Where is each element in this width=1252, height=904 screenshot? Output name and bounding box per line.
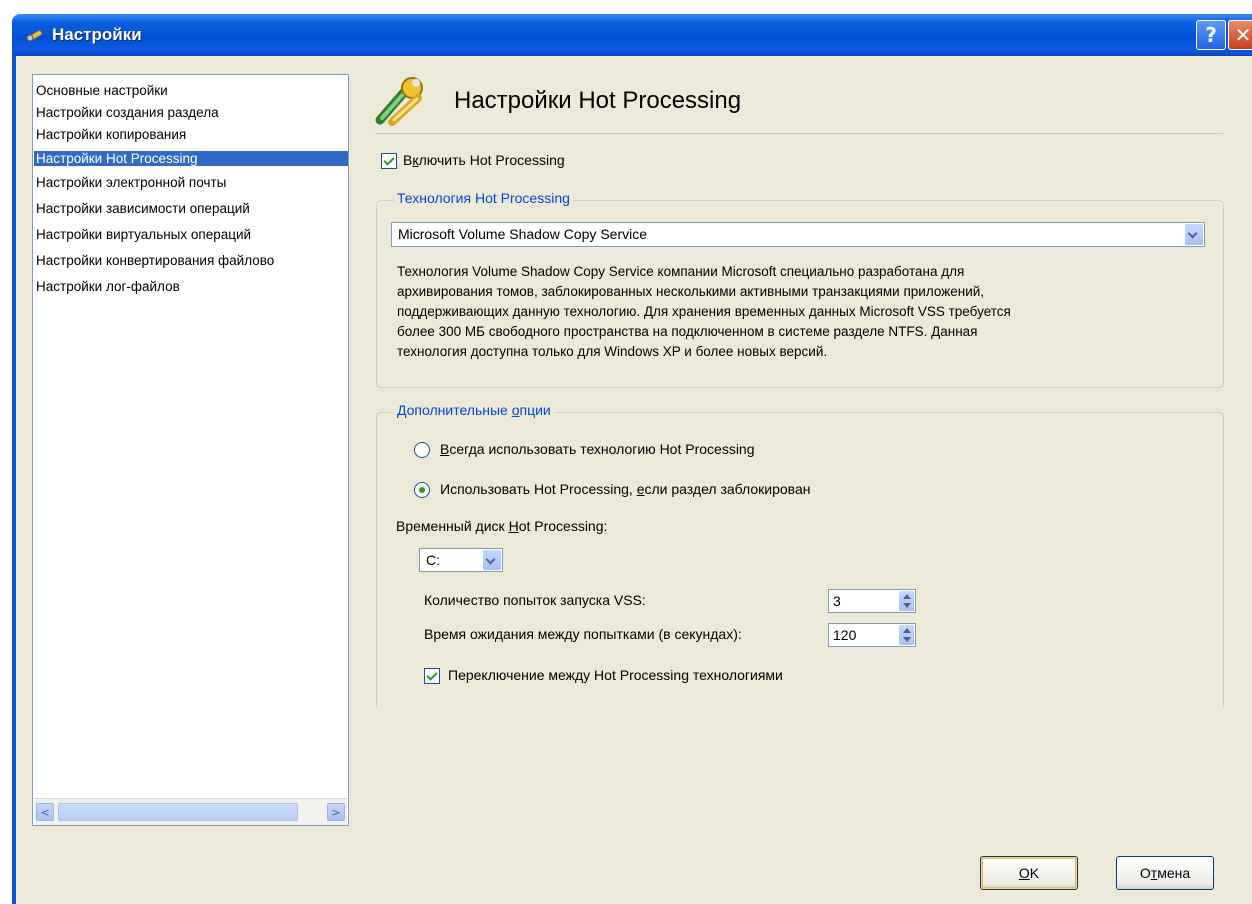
vss-attempts-label: Количество попыток запуска VSS: xyxy=(424,592,646,608)
chevron-down-icon[interactable] xyxy=(482,550,501,570)
technology-select-value: Microsoft Volume Shadow Copy Service xyxy=(398,226,647,242)
technology-select[interactable]: Microsoft Volume Shadow Copy Service xyxy=(391,222,1205,247)
always-use-radio[interactable] xyxy=(414,442,430,458)
horizontal-scrollbar[interactable]: < > xyxy=(34,798,347,825)
always-use-label[interactable]: Всегда использовать технологию Hot Proce… xyxy=(440,441,755,457)
sidebar-item-label: Настройки зависимости операций xyxy=(36,201,250,216)
temp-disk-label: Временный диск Hot Processing: xyxy=(396,518,608,534)
sidebar-item-general[interactable]: Основные настройки xyxy=(36,83,168,98)
window-title: Настройки xyxy=(52,25,142,44)
help-button[interactable]: ? xyxy=(1196,20,1226,50)
description-line: технология доступна только для Windows X… xyxy=(397,344,828,359)
spin-arrows-icon[interactable] xyxy=(899,591,914,611)
scroll-left-button[interactable]: < xyxy=(36,803,54,821)
enable-hot-processing-checkbox[interactable] xyxy=(381,153,397,169)
switch-technologies-label[interactable]: Переключение между Hot Processing технол… xyxy=(448,667,783,683)
sidebar-item-label: Настройки создания раздела xyxy=(36,105,219,120)
vss-attempts-value: 3 xyxy=(833,593,841,609)
sidebar-item-partition[interactable]: Настройки создания раздела xyxy=(36,105,219,120)
sidebar-item-log[interactable]: Настройки лог-файлов xyxy=(36,279,180,294)
spin-arrows-icon[interactable] xyxy=(899,625,914,645)
sidebar-item-label: Настройки электронной почты xyxy=(36,175,227,190)
sidebar-item-hot-processing[interactable]: Настройки Hot Processing xyxy=(34,151,348,166)
wrench-icon xyxy=(375,77,423,126)
wait-time-value: 120 xyxy=(833,627,857,643)
ok-button[interactable]: OK xyxy=(980,856,1078,890)
use-if-locked-radio[interactable] xyxy=(414,482,430,498)
technology-description: Технология Volume Shadow Copy Service ко… xyxy=(397,262,1197,362)
sidebar-item-label: Настройки конвертирования файлово xyxy=(36,253,275,268)
description-line: архивирования томов, заблокированных нес… xyxy=(397,284,985,299)
technology-group-legend: Технология Hot Processing xyxy=(394,190,573,206)
header-divider xyxy=(375,133,1223,134)
wait-time-label: Время ожидания между попытками (в секунд… xyxy=(424,626,742,642)
description-line: Технология Volume Shadow Copy Service ко… xyxy=(397,264,965,279)
sidebar-item-dependency[interactable]: Настройки зависимости операций xyxy=(36,201,250,216)
scroll-thumb[interactable] xyxy=(58,803,298,821)
use-if-locked-label[interactable]: Использовать Hot Processing, если раздел… xyxy=(440,481,810,497)
close-button[interactable]: ✕ xyxy=(1228,20,1252,50)
chevron-down-icon[interactable] xyxy=(1184,224,1203,245)
page-title: Настройки Hot Processing xyxy=(454,87,742,114)
sidebar-item-virtual[interactable]: Настройки виртуальных операций xyxy=(36,227,251,242)
sidebar-item-label: Настройки лог-файлов xyxy=(36,279,180,294)
description-line: поддерживающих данную технологию. Для хр… xyxy=(397,304,1011,319)
temp-disk-select[interactable]: C: xyxy=(419,548,503,572)
temp-disk-value: C: xyxy=(426,552,440,568)
sidebar-item-label: Основные настройки xyxy=(36,83,168,98)
switch-technologies-checkbox[interactable] xyxy=(424,668,440,684)
settings-wrench-icon xyxy=(26,30,43,42)
scroll-right-button[interactable]: > xyxy=(327,803,345,821)
wait-time-stepper[interactable]: 120 xyxy=(828,623,916,647)
enable-hot-processing-label[interactable]: Включить Hot Processing xyxy=(403,152,565,168)
sidebar-item-label: Настройки Hot Processing xyxy=(36,151,198,166)
vss-attempts-stepper[interactable]: 3 xyxy=(828,589,916,613)
sidebar-item-label: Настройки виртуальных операций xyxy=(36,227,252,242)
sidebar-item-copy[interactable]: Настройки копирования xyxy=(36,127,186,142)
cancel-button[interactable]: Отмена xyxy=(1116,856,1214,890)
sidebar-item-label: Настройки копирования xyxy=(36,127,187,142)
settings-category-list[interactable]: Основные настройки Настройки создания ра… xyxy=(32,74,349,826)
title-bar[interactable]: Настройки ? ✕ xyxy=(12,14,1252,56)
description-line: более 300 МБ свободного пространства на … xyxy=(397,324,978,339)
additional-options-legend: Дополнительные опции xyxy=(394,402,554,418)
sidebar-item-email[interactable]: Настройки электронной почты xyxy=(36,175,226,190)
sidebar-item-convert[interactable]: Настройки конвертирования файлово xyxy=(36,253,274,268)
